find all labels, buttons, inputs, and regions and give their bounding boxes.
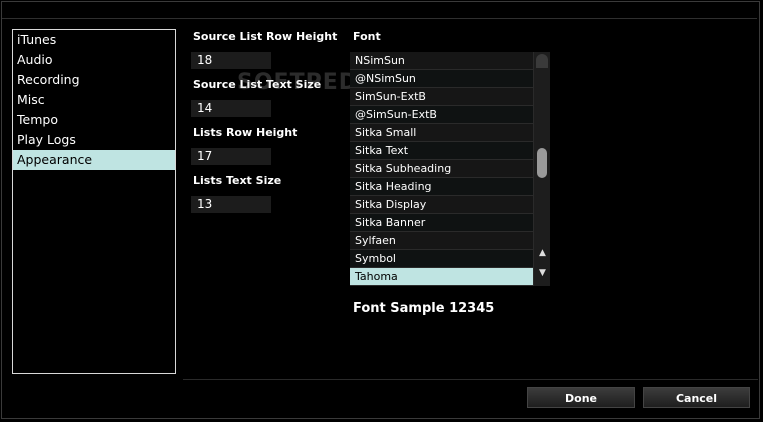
sidebar-item-audio[interactable]: Audio <box>13 50 175 70</box>
sidebar-item-tempo[interactable]: Tempo <box>13 110 175 130</box>
done-button[interactable]: Done <box>527 387 635 408</box>
source-list-text-size-field[interactable]: 14 <box>191 100 271 117</box>
lists-text-size-label: Lists Text Size <box>193 174 282 187</box>
sidebar-item-recording[interactable]: Recording <box>13 70 175 90</box>
font-sample-preview: Font Sample 12345 <box>353 301 495 316</box>
font-list-item[interactable]: Sitka Text <box>350 142 533 160</box>
font-heading: Font <box>353 30 381 43</box>
source-list-row-height-field[interactable]: 18 <box>191 52 271 69</box>
cancel-button[interactable]: Cancel <box>643 387 750 408</box>
sidebar-item-appearance[interactable]: Appearance <box>13 150 175 170</box>
font-list-item[interactable]: SimSun-ExtB <box>350 88 533 106</box>
font-list[interactable]: NSimSun @NSimSun SimSun-ExtB @SimSun-Ext… <box>350 52 533 286</box>
font-list-item[interactable]: Symbol <box>350 250 533 268</box>
scrollbar-track-cap <box>536 54 548 68</box>
font-list-item[interactable]: Sitka Heading <box>350 178 533 196</box>
font-list-item[interactable]: @SimSun-ExtB <box>350 106 533 124</box>
sidebar-item-play-logs[interactable]: Play Logs <box>13 130 175 150</box>
font-list-item[interactable]: Sitka Small <box>350 124 533 142</box>
font-list-scrollbar[interactable]: ▲ ▼ <box>533 52 550 286</box>
sidebar-item-itunes[interactable]: iTunes <box>13 30 175 50</box>
source-list-row-height-label: Source List Row Height <box>193 30 338 43</box>
category-sidebar: iTunes Audio Recording Misc Tempo Play L… <box>12 29 176 374</box>
footer-separator <box>183 379 758 380</box>
scrollbar-thumb[interactable] <box>537 148 547 178</box>
lists-row-height-label: Lists Row Height <box>193 126 298 139</box>
font-list-item[interactable]: Sitka Banner <box>350 214 533 232</box>
sidebar-item-misc[interactable]: Misc <box>13 90 175 110</box>
font-list-item[interactable]: @NSimSun <box>350 70 533 88</box>
scroll-down-icon[interactable]: ▼ <box>536 266 549 280</box>
font-list-item[interactable]: Sylfaen <box>350 232 533 250</box>
scroll-up-icon[interactable]: ▲ <box>536 246 549 260</box>
font-list-item-selected[interactable]: Tahoma <box>350 268 533 286</box>
font-list-item[interactable]: NSimSun <box>350 52 533 70</box>
lists-text-size-field[interactable]: 13 <box>191 196 271 213</box>
title-separator <box>2 18 757 19</box>
font-list-item[interactable]: Sitka Subheading <box>350 160 533 178</box>
font-list-item[interactable]: Sitka Display <box>350 196 533 214</box>
lists-row-height-field[interactable]: 17 <box>191 148 271 165</box>
